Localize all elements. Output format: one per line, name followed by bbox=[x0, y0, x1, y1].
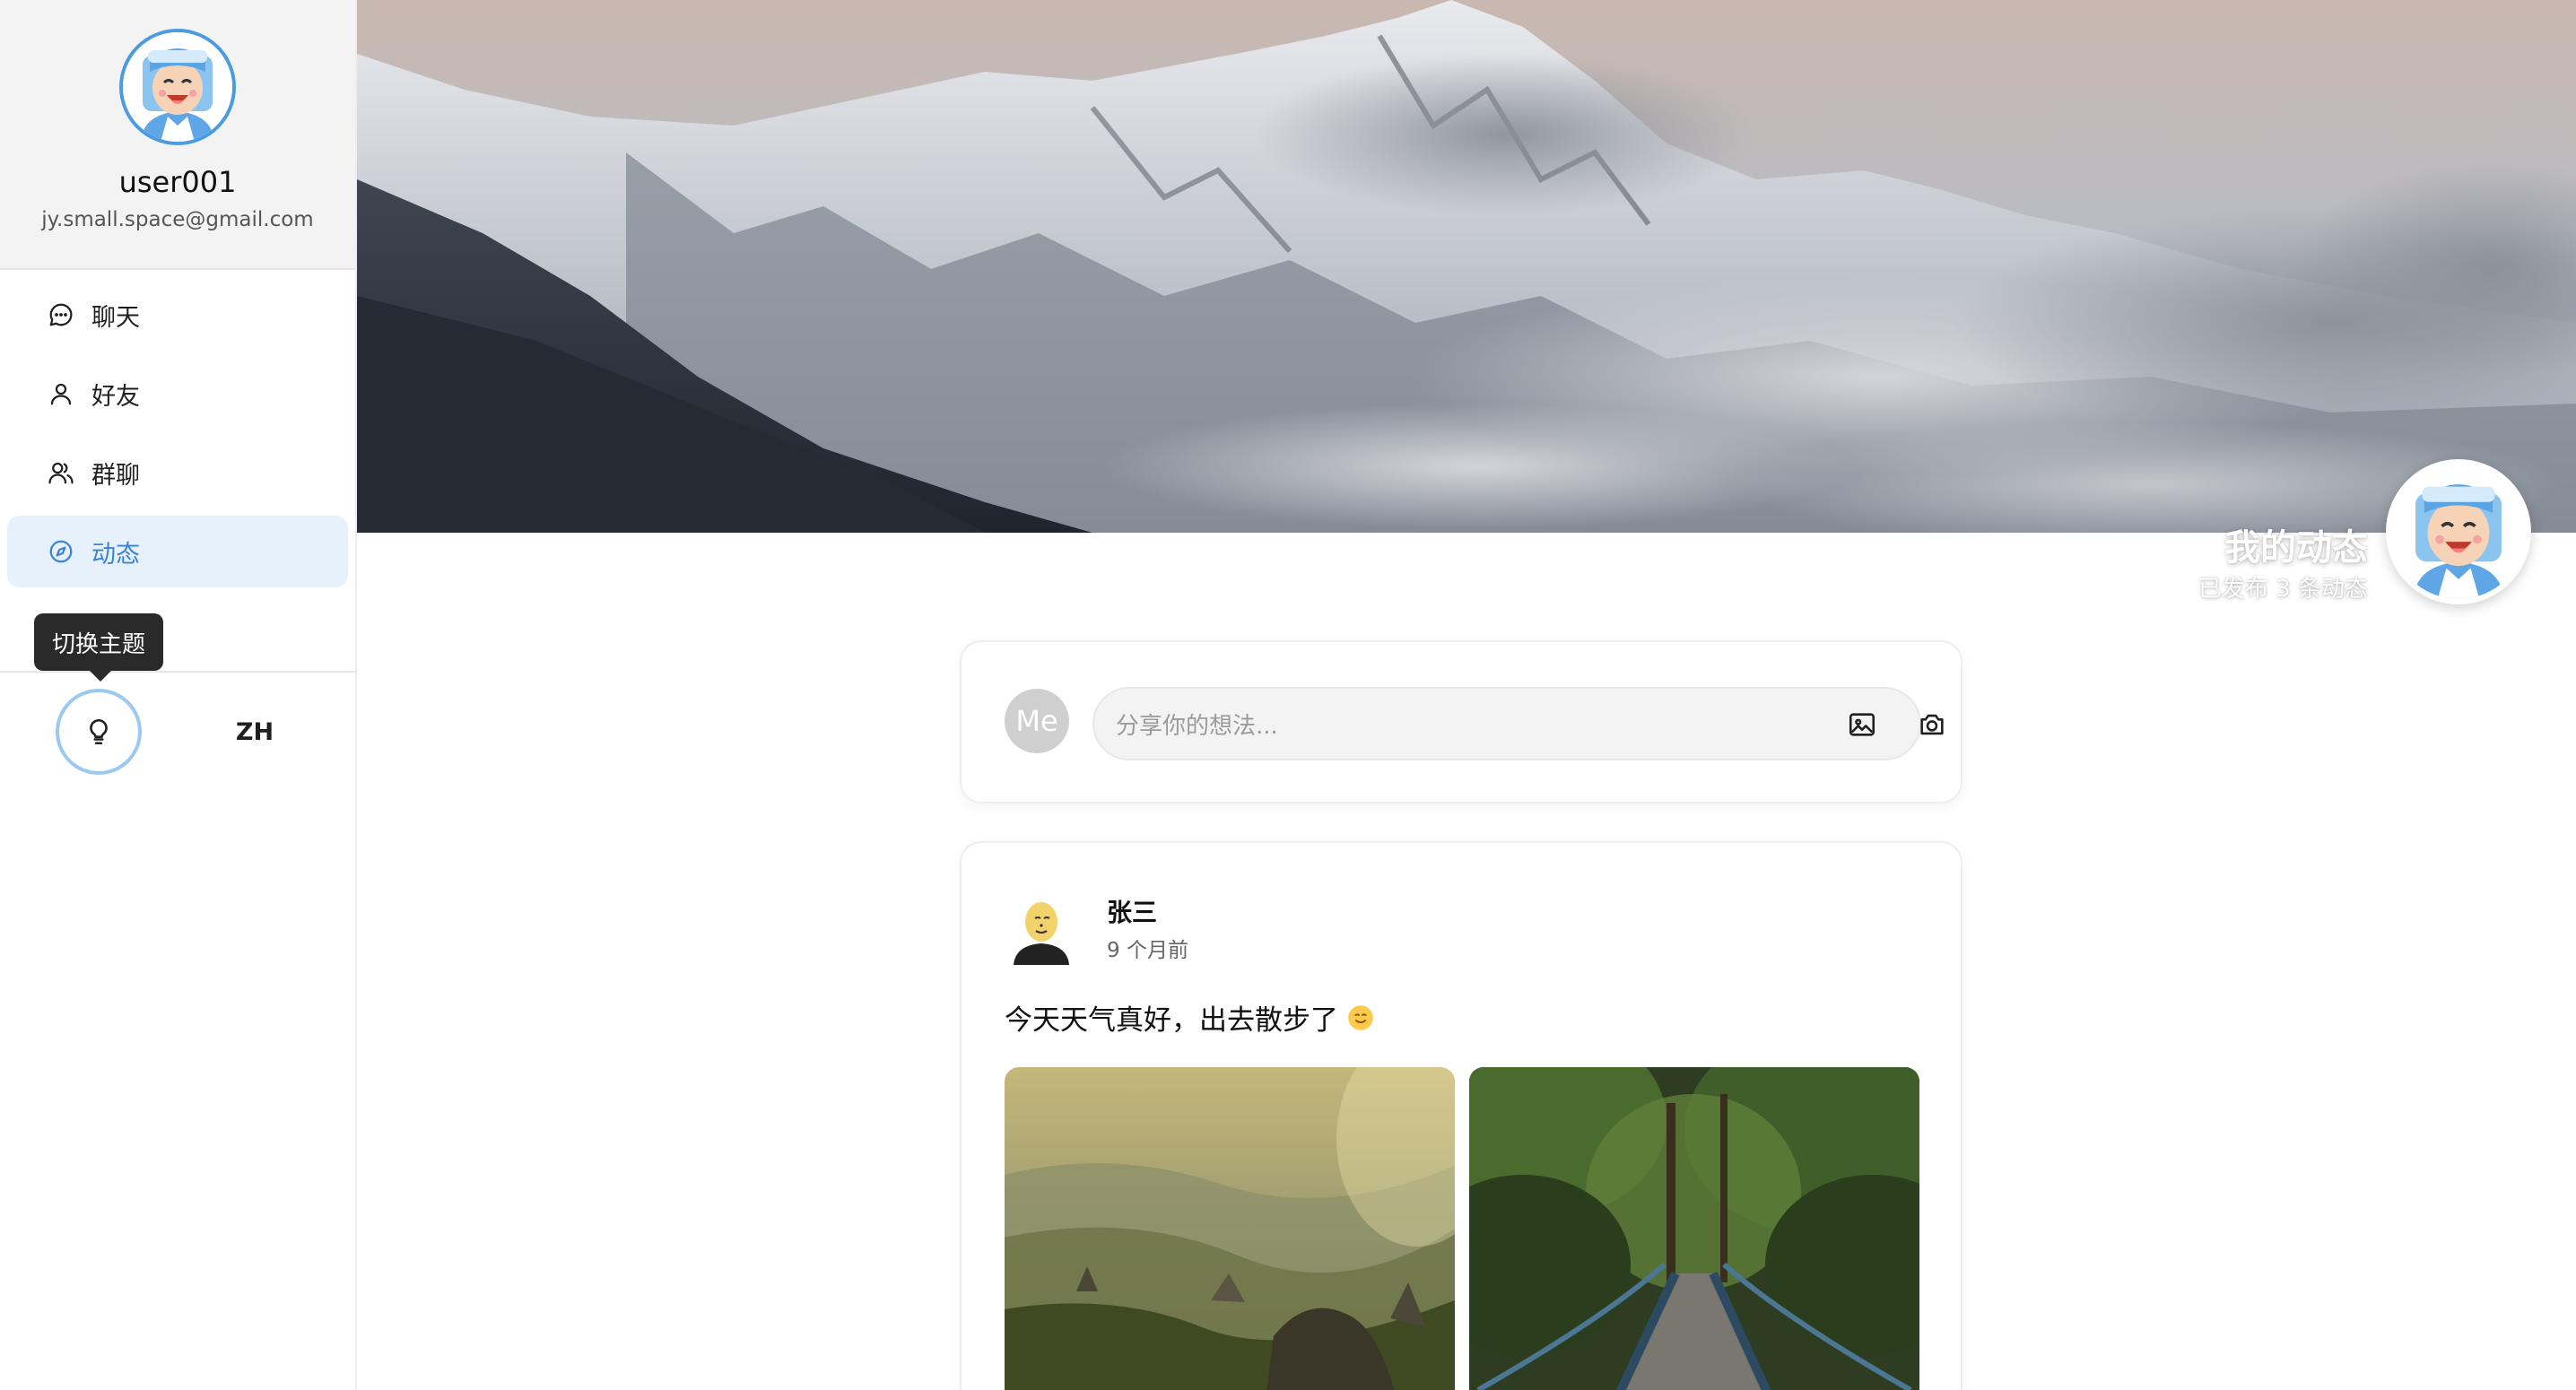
composer-avatar: Me bbox=[1005, 689, 1069, 753]
mountain-cover-image bbox=[357, 0, 2576, 533]
sidebar: user001 jy.small.space@gmail.com 聊天 好友 群… bbox=[0, 0, 357, 1390]
post-input[interactable]: 分享你的想法... bbox=[1092, 687, 1921, 760]
sidebar-item-label: 群聊 bbox=[91, 461, 140, 490]
page-title: 我的动态 bbox=[2224, 527, 2368, 569]
author-name[interactable]: 张三 bbox=[1107, 893, 1157, 929]
banner-avatar[interactable] bbox=[2386, 459, 2531, 604]
app-root: user001 jy.small.space@gmail.com 聊天 好友 群… bbox=[0, 0, 2576, 1390]
sidebar-nav: 聊天 好友 群聊 动态 bbox=[0, 270, 355, 587]
mountain-valley-photo bbox=[1005, 1067, 1455, 1390]
post-count: 已发布 3 条动态 bbox=[2197, 576, 2368, 603]
smile-emoji-icon bbox=[1348, 1004, 1373, 1030]
sidebar-item-label: 好友 bbox=[91, 382, 140, 411]
sidebar-divider bbox=[0, 671, 357, 673]
language-switch-button[interactable]: ZH bbox=[224, 708, 285, 755]
post-text: 今天天气真好，出去散步了 bbox=[1005, 1004, 1338, 1037]
sidebar-item-friends[interactable]: 好友 bbox=[7, 358, 348, 430]
user-icon bbox=[47, 379, 75, 408]
post-image-2[interactable] bbox=[1469, 1067, 1919, 1390]
forest-bridge-photo bbox=[1469, 1067, 1919, 1390]
camera-icon[interactable] bbox=[1916, 708, 1948, 741]
chat-bubble-icon bbox=[47, 300, 75, 329]
sidebar-item-moments[interactable]: 动态 bbox=[7, 516, 348, 587]
post-time: 9 个月前 bbox=[1107, 939, 1188, 962]
user-avatar[interactable] bbox=[119, 29, 236, 145]
theme-toggle-button[interactable] bbox=[56, 689, 142, 775]
user-email: jy.small.space@gmail.com bbox=[41, 208, 314, 231]
sidebar-item-label: 聊天 bbox=[91, 303, 140, 332]
users-icon bbox=[47, 458, 75, 487]
theme-tooltip: 切换主题 bbox=[34, 613, 163, 682]
image-icon[interactable] bbox=[1846, 708, 1878, 741]
post-image-1[interactable] bbox=[1005, 1067, 1455, 1390]
cartoon-avatar-icon bbox=[123, 32, 232, 142]
author-avatar-icon bbox=[1014, 902, 1069, 965]
username: user001 bbox=[118, 165, 237, 199]
sidebar-item-label: 动态 bbox=[91, 540, 140, 569]
post-composer: Me 分享你的想法... bbox=[960, 640, 1962, 804]
profile-card: user001 jy.small.space@gmail.com bbox=[0, 0, 355, 270]
cartoon-avatar-icon bbox=[2391, 465, 2526, 599]
cover-banner bbox=[357, 0, 2576, 533]
post-text-row: 今天天气真好，出去散步了 bbox=[1005, 997, 1374, 1038]
sidebar-item-chat[interactable]: 聊天 bbox=[7, 279, 348, 351]
sidebar-item-groups[interactable]: 群聊 bbox=[7, 437, 348, 508]
author-avatar[interactable] bbox=[1005, 891, 1078, 965]
compass-icon bbox=[47, 537, 75, 566]
lightbulb-icon bbox=[90, 718, 108, 745]
post-card: 张三 9 个月前 今天天气真好，出去散步了 bbox=[960, 841, 1962, 1390]
